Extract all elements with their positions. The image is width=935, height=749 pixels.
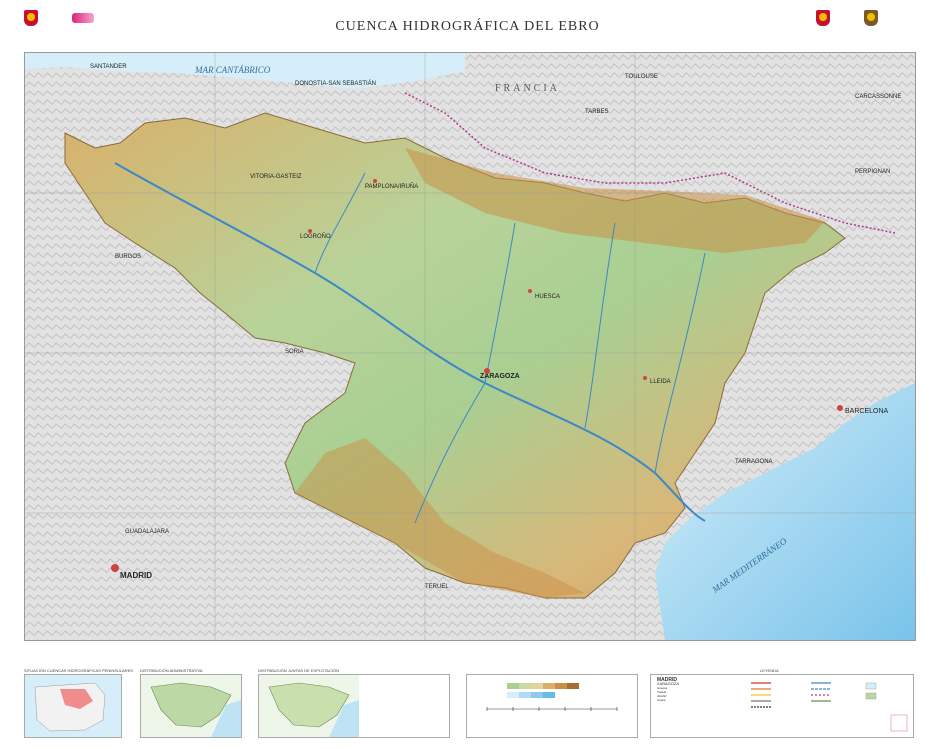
city-lleida: LLEIDA <box>650 379 671 385</box>
inset-map-situation[interactable] <box>24 674 122 738</box>
panel-title-juntas: DISTRIBUCIÓN JUNTAS DE EXPLOTACIÓN <box>258 668 339 673</box>
city-santander: SANTANDER <box>90 64 127 70</box>
city-tarbes: TARBES <box>585 109 609 115</box>
city-vitoria: VITORIA-GASTEIZ <box>250 174 302 180</box>
city-barcelona: BARCELONA <box>845 408 889 415</box>
city-donostia: DONOSTIA-SAN SEBASTIÁN <box>295 80 376 87</box>
panel-title-situation: SITUACIÓN CUENCAS HIDROGRÁFICAS PENINSUL… <box>24 668 133 673</box>
label-france: FRANCIA <box>495 83 560 94</box>
header: CUENCA HIDROGRÁFICA DEL EBRO <box>0 0 935 52</box>
city-carcassonne: CARCASSONNE <box>855 94 901 100</box>
label-cantabrian-sea: MAR CANTÁBRICO <box>194 65 271 75</box>
elevation-scale-panel <box>466 674 638 738</box>
city-soria: SORIA <box>285 349 304 355</box>
footer: SITUACIÓN CUENCAS HIDROGRÁFICAS PENINSUL… <box>0 652 935 749</box>
inset-map-administrative[interactable] <box>140 674 242 738</box>
city-pamplona: PAMPLONA/IRUÑA <box>365 183 418 190</box>
city-logrono: LOGROÑO <box>300 233 331 240</box>
city-perpignan: PERPIGNAN <box>855 169 890 175</box>
relief-map[interactable]: MAR CANTÁBRICO FRANCIA MAR MEDITERRÁNEO … <box>25 53 915 640</box>
legend-panel: MADRID ZARAGOZA Huesca Tudela Alcañiz Ca… <box>650 674 914 738</box>
city-toulouse: TOULOUSE <box>625 74 658 80</box>
coat-of-arms-icon <box>816 10 830 26</box>
city-tarragona: TARRAGONA <box>735 459 773 465</box>
city-burgos: BURGOS <box>115 254 141 260</box>
page-title: CUENCA HIDROGRÁFICA DEL EBRO <box>335 19 600 34</box>
ministry-name-right <box>834 16 860 21</box>
inset-map-juntas[interactable] <box>258 674 450 738</box>
city-madrid: MADRID <box>120 571 152 580</box>
city-huesca: HUESCA <box>535 294 560 300</box>
city-zaragoza: ZARAGOZA <box>480 373 520 380</box>
credits-left <box>24 660 134 665</box>
ministry-logo-right <box>816 10 878 26</box>
city-guadalajara: GUADALAJARA <box>125 529 169 535</box>
royal-seal-icon <box>864 10 878 26</box>
panel-title-admin: DISTRIBUCIÓN ADMINISTRATIVA <box>140 668 203 673</box>
map-frame[interactable]: MAR CANTÁBRICO FRANCIA MAR MEDITERRÁNEO … <box>24 52 916 641</box>
panel-title-legend: LEYENDA <box>760 668 779 673</box>
city-teruel: TERUEL <box>425 584 449 590</box>
